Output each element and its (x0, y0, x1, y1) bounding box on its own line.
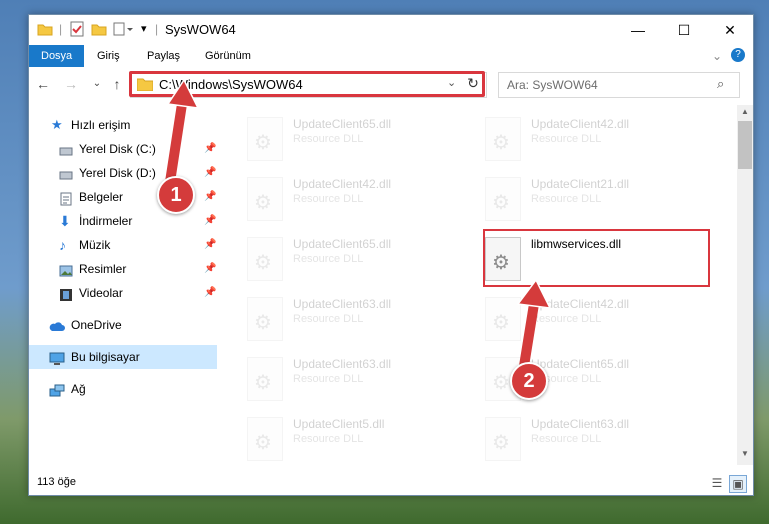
maximize-button[interactable]: ☐ (661, 15, 707, 45)
search-placeholder: Ara: SysWOW64 (507, 78, 598, 92)
help-icon[interactable]: ? (731, 48, 745, 62)
item-count: 113 öğe (37, 476, 76, 488)
drive-icon (59, 166, 73, 180)
pictures-icon (59, 262, 73, 277)
pin-icon[interactable]: 📌 (204, 257, 216, 281)
download-icon: ⬇ (59, 213, 71, 229)
dll-file-icon (485, 177, 521, 221)
file-item[interactable]: UpdateClient5.dll Resource DLL (247, 413, 477, 465)
sidebar-item-quick-access[interactable]: ★ Hızlı erişim (29, 113, 217, 137)
file-item[interactable]: UpdateClient65.dll Resource DLL (247, 113, 477, 169)
file-item[interactable]: UpdateClient63.dll Resource DLL (247, 293, 477, 349)
folder-icon[interactable] (37, 21, 53, 37)
sidebar-item-local-disk-c[interactable]: Yerel Disk (C:) 📌 (29, 137, 217, 161)
star-icon: ★ (51, 117, 63, 132)
file-item[interactable]: UpdateClient21.dll Resource DLL (485, 173, 715, 229)
network-icon (49, 382, 65, 397)
dll-file-icon (247, 237, 283, 281)
drive-icon (59, 142, 73, 156)
up-arrow-icon[interactable]: ↑ (109, 76, 125, 92)
close-button[interactable]: ✕ (707, 15, 753, 45)
tab-share[interactable]: Paylaş (135, 45, 192, 67)
file-item[interactable]: UpdateClient65.dll Resource DLL (247, 233, 477, 289)
pin-icon[interactable]: 📌 (204, 137, 216, 161)
pin-icon[interactable]: 📌 (204, 185, 216, 209)
cloud-icon (49, 318, 65, 332)
pin-icon[interactable]: 📌 (204, 233, 216, 257)
file-highlight-box (483, 229, 710, 287)
tab-view[interactable]: Görünüm (193, 45, 263, 67)
videos-icon (59, 286, 73, 301)
callout-badge-1: 1 (157, 176, 195, 214)
scroll-up-icon[interactable]: ▲ (737, 107, 753, 121)
sidebar-item-music[interactable]: ♪ Müzik 📌 (29, 233, 217, 257)
customize-quick-access-icon[interactable] (113, 21, 133, 37)
sidebar-item-this-pc[interactable]: Bu bilgisayar (29, 345, 217, 369)
new-folder-icon[interactable] (91, 21, 107, 37)
sidebar-item-videos[interactable]: Videolar 📌 (29, 281, 217, 305)
pin-icon[interactable]: 📌 (204, 209, 216, 233)
callout-badge-2: 2 (510, 362, 548, 400)
title-bar: | ▾ | SysWOW64 — ☐ ✕ (29, 15, 753, 45)
sidebar-item-network[interactable]: Ağ (29, 377, 217, 401)
explorer-window: | ▾ | SysWOW64 — ☐ ✕ Dosya Giriş Paylaş … (28, 14, 754, 496)
recent-locations-icon[interactable]: ⌄ (89, 76, 105, 92)
computer-icon (49, 350, 65, 365)
dll-file-icon (247, 417, 283, 461)
window-title: SysWOW64 (165, 22, 236, 37)
pin-icon[interactable]: 📌 (204, 161, 216, 185)
search-box[interactable]: Ara: SysWOW64 ⌕ (498, 72, 740, 98)
file-item[interactable]: UpdateClient42.dll Resource DLL (247, 173, 477, 229)
sidebar-item-pictures[interactable]: Resimler 📌 (29, 257, 217, 281)
large-icons-view-icon[interactable]: ▣ (729, 475, 747, 493)
sidebar-item-downloads[interactable]: ⬇ İndirmeler 📌 (29, 209, 217, 233)
navigation-bar: ← → ⌄ ↑ C:\Windows\SysWOW64 ⌄ ↻ Ara: Sys… (29, 68, 753, 102)
sidebar-item-onedrive[interactable]: OneDrive (29, 313, 217, 337)
documents-icon (59, 190, 73, 206)
file-list: UpdateClient65.dll Resource DLL UpdateCl… (217, 105, 737, 465)
dll-file-icon (247, 177, 283, 221)
details-view-icon[interactable]: ☰ (709, 475, 725, 491)
dll-file-icon (247, 117, 283, 161)
search-icon[interactable]: ⌕ (717, 76, 724, 92)
back-arrow-icon[interactable]: ← (35, 76, 51, 92)
file-item[interactable]: UpdateClient63.dll Resource DLL (247, 353, 477, 409)
tab-file[interactable]: Dosya (29, 45, 85, 67)
forward-arrow-icon[interactable]: → (63, 76, 79, 92)
dll-file-icon (247, 297, 283, 341)
navigation-pane: ★ Hızlı erişim Yerel Disk (C:) 📌 Yerel D… (29, 105, 217, 465)
address-highlight-box (129, 71, 485, 97)
minimize-button[interactable]: — (615, 15, 661, 45)
dll-file-icon (485, 297, 521, 341)
vertical-scrollbar[interactable]: ▲ ▼ (737, 105, 753, 465)
dll-file-icon (485, 417, 521, 461)
scrollbar-thumb[interactable] (738, 121, 752, 169)
file-item[interactable]: UpdateClient42.dll Resource DLL (485, 113, 715, 169)
file-item[interactable]: UpdateClient42.dll Resource DLL (485, 293, 715, 349)
expand-ribbon-icon[interactable]: ⌄ (709, 48, 725, 64)
music-icon: ♪ (59, 237, 66, 253)
pin-icon[interactable]: 📌 (204, 281, 216, 305)
scroll-down-icon[interactable]: ▼ (737, 449, 753, 463)
status-bar: 113 öğe ☰ ▣ (29, 471, 753, 495)
ribbon-tabs: Dosya Giriş Paylaş Görünüm ⌄ ? (29, 45, 753, 67)
file-item[interactable]: UpdateClient63.dll Resource DLL (485, 413, 715, 465)
tab-home[interactable]: Giriş (85, 45, 132, 67)
dll-file-icon (247, 357, 283, 401)
properties-icon[interactable] (69, 21, 85, 37)
dll-file-icon (485, 117, 521, 161)
